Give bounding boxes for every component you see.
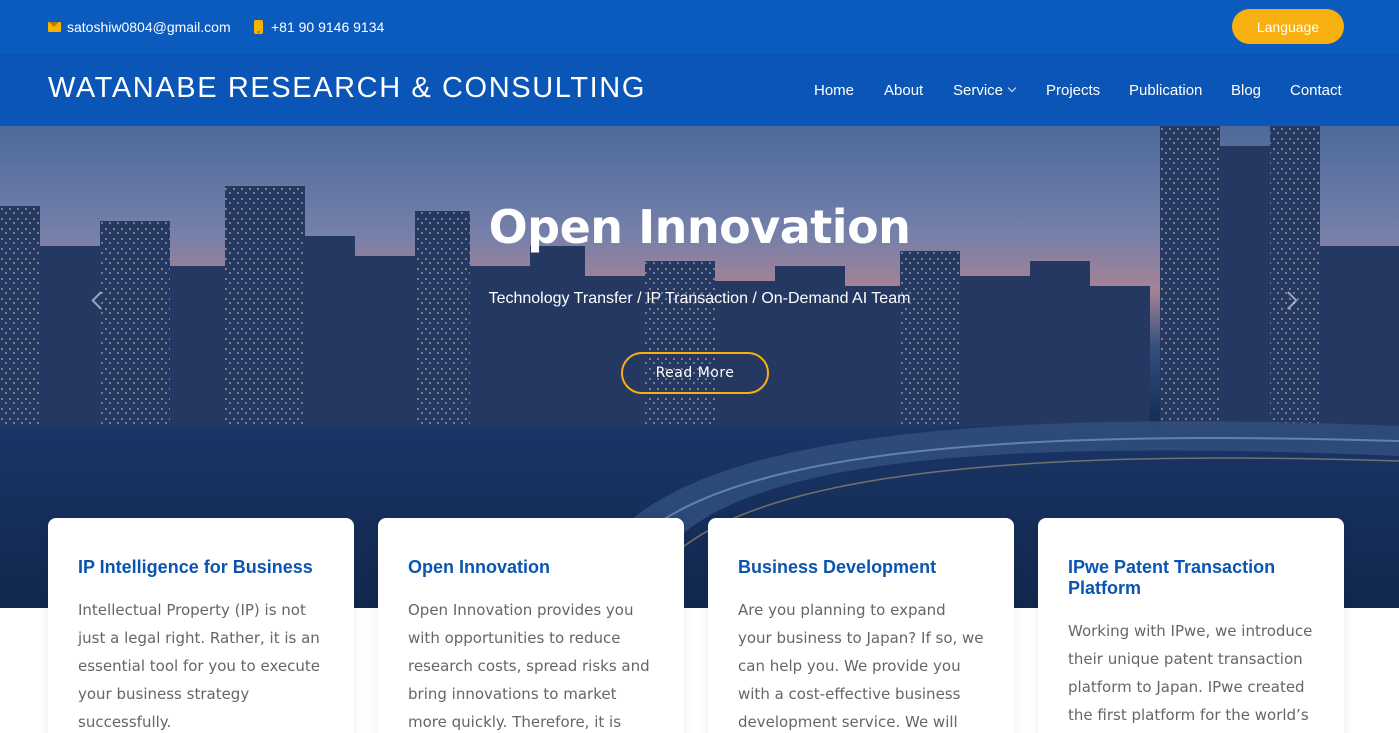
contact-phone[interactable]: +81 90 9146 9134 (254, 17, 384, 37)
service-card-open-innovation[interactable]: Open Innovation Open Innovation provides… (378, 518, 684, 733)
site-title[interactable]: WATANABE RESEARCH & CONSULTING (48, 72, 646, 105)
mail-icon (48, 22, 61, 32)
nav-item-publication[interactable]: Publication (1129, 82, 1202, 99)
service-card-ip-intelligence[interactable]: IP Intelligence for Business Intellectua… (48, 518, 354, 733)
nav-item-home[interactable]: Home (814, 82, 854, 99)
nav-item-contact[interactable]: Contact (1290, 82, 1342, 99)
phone-text[interactable]: +81 90 9146 9134 (271, 19, 384, 35)
phone-icon (254, 20, 263, 34)
nav-item-service[interactable]: Service (953, 82, 1017, 99)
card-text: Working with IPwe, we introduce their un… (1068, 622, 1313, 724)
contact-email[interactable]: satoshiw0804@gmail.com (48, 17, 231, 37)
card-title[interactable]: IPwe Patent Transaction Platform (1068, 557, 1314, 599)
card-title[interactable]: Business Development (738, 557, 984, 578)
read-more-button[interactable]: Read More (621, 352, 769, 394)
top-bar: satoshiw0804@gmail.com +81 90 9146 9134 … (0, 0, 1399, 54)
card-text: Are you planning to expand your business… (738, 601, 984, 731)
service-card-business-development[interactable]: Business Development Are you planning to… (708, 518, 1014, 733)
card-text: Intellectual Property (IP) is not just a… (78, 601, 320, 731)
card-title[interactable]: IP Intelligence for Business (78, 557, 324, 578)
nav-item-service-label: Service (953, 82, 1004, 99)
email-text[interactable]: satoshiw0804@gmail.com (67, 19, 231, 35)
card-title[interactable]: Open Innovation (408, 557, 654, 578)
site-header: WATANABE RESEARCH & CONSULTING Home Abou… (0, 54, 1399, 126)
card-text: Open Innovation provides you with opport… (408, 601, 650, 731)
chevron-down-icon (1007, 83, 1017, 93)
service-card-ipwe-platform[interactable]: IPwe Patent Transaction Platform Working… (1038, 518, 1344, 733)
hero-subtitle: Technology Transfer / IP Transaction / O… (488, 290, 911, 307)
language-button[interactable]: Language (1232, 9, 1344, 44)
nav-item-blog[interactable]: Blog (1231, 82, 1261, 99)
nav-item-projects[interactable]: Projects (1046, 82, 1100, 99)
nav-item-about[interactable]: About (884, 82, 923, 99)
hero-title: Open Innovation (488, 200, 911, 254)
